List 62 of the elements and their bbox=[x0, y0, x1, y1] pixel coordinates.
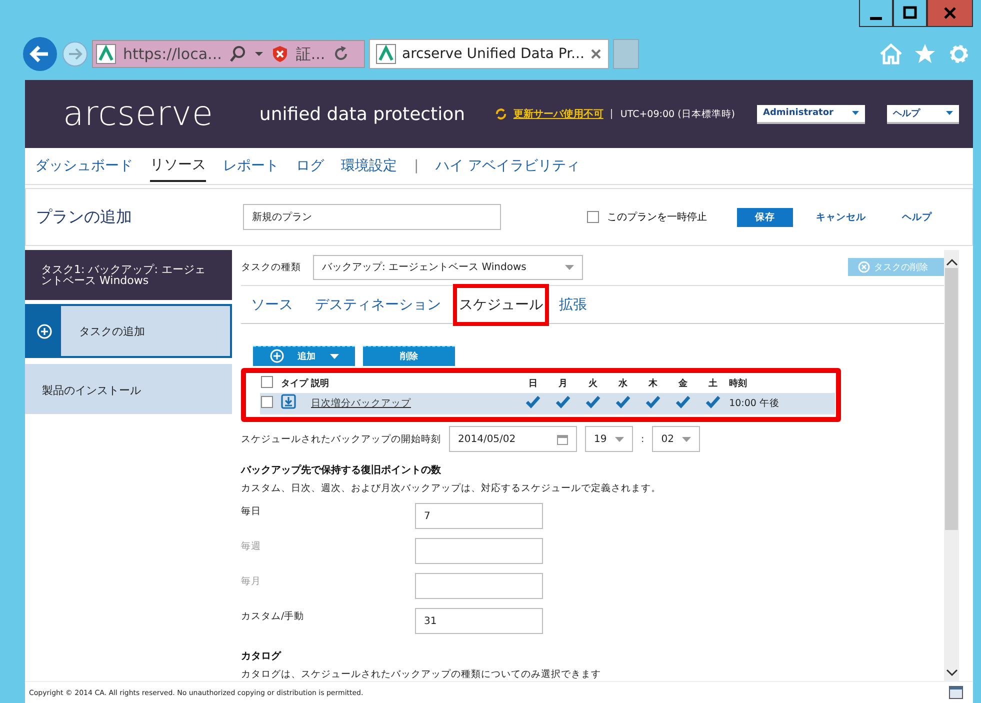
number-field[interactable]: 7 bbox=[415, 503, 543, 529]
nav-link[interactable]: ハイ アベイラビリティ bbox=[436, 151, 580, 181]
task-type-label: タスクの種類 bbox=[241, 260, 301, 274]
section-note: カスタム、日次、週次、および月次バックアップは、対応するスケジュールで定義されます。 bbox=[241, 482, 662, 495]
logo: arcserve bbox=[63, 94, 214, 134]
column-header: 水 bbox=[617, 377, 629, 391]
column-header: タイプ bbox=[280, 377, 310, 391]
date-field[interactable]: 2014/05/02 bbox=[449, 426, 577, 452]
section-note: カタログは、スケジュールされたバックアップの種類についてのみ選択できます bbox=[241, 668, 602, 681]
section-title: バックアップ先で保持する復旧ポイントの数 bbox=[241, 463, 442, 477]
update-server-link[interactable]: 更新サーバ使用不可 bbox=[513, 107, 604, 121]
number-field[interactable]: 31 bbox=[415, 608, 543, 634]
column-header: 日 bbox=[528, 378, 539, 391]
nav-link[interactable]: ダッシュボード bbox=[35, 151, 133, 181]
tab[interactable]: ソース bbox=[241, 288, 303, 322]
field-label: 毎月 bbox=[241, 575, 262, 588]
browser-tab[interactable]: arcserve Unified Data Pr... bbox=[369, 39, 609, 69]
tab[interactable]: スケジュール bbox=[453, 284, 549, 326]
task-type-dropdown[interactable]: バックアップ: エージェントベース Windows bbox=[313, 254, 583, 280]
nav-link[interactable]: ログ bbox=[296, 151, 324, 181]
nav-link[interactable]: 環境設定 bbox=[341, 151, 397, 181]
field-label: 毎日 bbox=[241, 505, 262, 518]
section-title: カタログ bbox=[241, 650, 282, 663]
nav-separator: | bbox=[414, 158, 419, 174]
plan-name-field[interactable]: 新規のプラン bbox=[243, 204, 501, 230]
column-header: 説明 bbox=[310, 377, 330, 391]
link-button[interactable]: キャンセル bbox=[813, 210, 869, 224]
help-menu[interactable]: ヘルプ bbox=[887, 104, 959, 124]
add-button[interactable]: 追加 bbox=[253, 346, 355, 366]
tab[interactable]: 拡張 bbox=[549, 288, 597, 322]
column-header: 金 bbox=[678, 378, 689, 391]
certificate-text: 証... bbox=[296, 44, 326, 64]
field-label: カスタム/手動 bbox=[241, 610, 306, 623]
table-cell: 10:00 午後 bbox=[729, 398, 780, 409]
pause-label: このプランを一時停止 bbox=[607, 210, 707, 224]
start-time-label: スケジュールされたバックアップの開始時刻 bbox=[241, 432, 441, 446]
nav-link[interactable]: レポート bbox=[223, 151, 279, 181]
column-header: 木 bbox=[647, 377, 659, 391]
product-name: unified data protection bbox=[259, 104, 466, 124]
minute-dropdown[interactable]: 02 bbox=[652, 426, 700, 452]
sidebar-item[interactable]: タスク1: バックアップ: エージェントベース Windows bbox=[25, 250, 232, 300]
column-header: 月 bbox=[558, 378, 569, 391]
time-separator: : bbox=[641, 434, 644, 444]
column-header: 土 bbox=[708, 377, 719, 391]
plan-title: プランの追加 bbox=[36, 206, 133, 228]
sidebar-item[interactable]: 製品のインストール bbox=[25, 364, 232, 414]
link-button[interactable]: ヘルプ bbox=[889, 210, 945, 224]
add-task-button[interactable]: タスクの追加 bbox=[25, 304, 232, 358]
tab[interactable]: デスティネーション bbox=[305, 288, 451, 322]
timezone-text: UTC+09:00 (日本標準時) bbox=[620, 108, 735, 120]
user-menu[interactable]: Administrator bbox=[757, 104, 865, 124]
table-row[interactable]: 日次増分バックアップ 10:00 午後 bbox=[260, 392, 835, 414]
schedule-link[interactable]: 日次増分バックアップ bbox=[311, 398, 411, 409]
column-header: 火 bbox=[587, 377, 599, 391]
save-button[interactable]: 保存 bbox=[737, 208, 793, 226]
hour-dropdown[interactable]: 19 bbox=[585, 426, 633, 452]
url-text: https://loca... bbox=[123, 45, 222, 63]
field-label: 毎週 bbox=[241, 540, 262, 553]
delete-button[interactable]: 削除 bbox=[363, 346, 455, 366]
nav-link[interactable]: リソース bbox=[150, 150, 206, 182]
column-header: 時刻 bbox=[728, 377, 748, 391]
address-bar[interactable]: https://loca... 証... bbox=[92, 40, 365, 68]
